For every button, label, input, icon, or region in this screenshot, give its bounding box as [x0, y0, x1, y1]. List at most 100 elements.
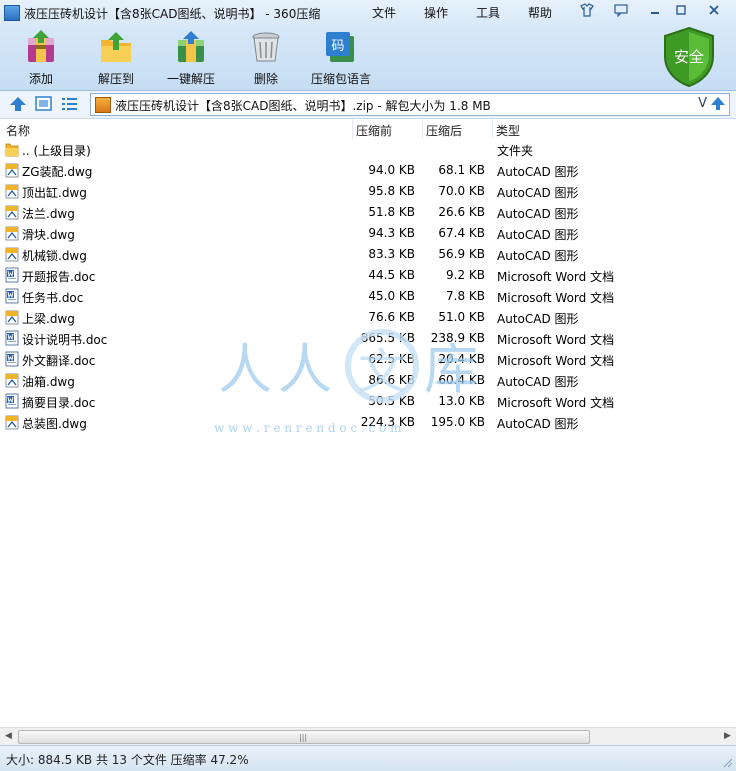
menu-tools[interactable]: 工具 — [476, 4, 500, 21]
horizontal-scrollbar[interactable]: ◀ ||| ▶ — [0, 727, 736, 745]
file-name: 滑块.dwg — [22, 228, 75, 242]
archive-language-button[interactable]: 码 压缩包语言 — [311, 30, 371, 88]
delete-icon — [252, 32, 280, 62]
file-packed-size: 195.0 KB — [430, 415, 485, 429]
column-divider[interactable] — [422, 119, 423, 139]
list-row[interactable]: 摘要目录.doc 50.5 KB 13.0 KB Microsoft Word … — [0, 391, 736, 412]
scrollbar-grip-icon: ||| — [299, 733, 308, 742]
doc-file-icon — [5, 267, 19, 283]
list-row[interactable]: 机械锁.dwg 83.3 KB 56.9 KB AutoCAD 图形 — [0, 244, 736, 265]
thumbnail-view-icon[interactable] — [35, 96, 52, 111]
folder-icon — [5, 143, 19, 157]
list-row[interactable]: 顶出缸.dwg 95.8 KB 70.0 KB AutoCAD 图形 — [0, 181, 736, 202]
file-name: 任务书.doc — [22, 291, 84, 305]
delete-label: 删除 — [253, 72, 278, 86]
column-header-packed[interactable]: 压缩后 — [426, 122, 462, 139]
file-type: AutoCAD 图形 — [497, 165, 579, 179]
file-size: 86.6 KB — [368, 373, 415, 387]
doc-file-icon — [5, 393, 19, 409]
column-divider[interactable] — [492, 119, 493, 139]
security-shield[interactable]: 安全 — [661, 26, 717, 88]
file-type: AutoCAD 图形 — [497, 207, 579, 221]
svg-text:码: 码 — [331, 39, 344, 54]
one-click-extract-icon — [178, 31, 204, 62]
file-size: 50.5 KB — [368, 394, 415, 408]
resize-grip-icon[interactable] — [723, 758, 733, 768]
address-up-icon[interactable] — [709, 95, 727, 112]
close-icon[interactable] — [700, 3, 728, 20]
file-name: 摘要目录.doc — [22, 396, 96, 410]
file-packed-size: 60.4 KB — [438, 373, 485, 387]
list-row[interactable]: ZG装配.dwg 94.0 KB 68.1 KB AutoCAD 图形 — [0, 160, 736, 181]
skin-icon[interactable] — [576, 3, 598, 20]
file-name: 顶出缸.dwg — [22, 186, 87, 200]
column-header-size[interactable]: 压缩前 — [356, 122, 392, 139]
address-dropdown-icon[interactable]: V — [698, 96, 707, 111]
dwg-file-icon — [5, 226, 19, 241]
menu-file[interactable]: 文件 — [372, 4, 396, 21]
status-text: 大小: 884.5 KB 共 13 个文件 压缩率 47.2% — [6, 753, 249, 767]
top-band: 液压压砖机设计【含8张CAD图纸、说明书】 - 360压缩 文件 操作 工具 帮… — [0, 0, 736, 91]
up-folder-icon[interactable] — [9, 96, 27, 112]
list-row[interactable]: 滑块.dwg 94.3 KB 67.4 KB AutoCAD 图形 — [0, 223, 736, 244]
dwg-file-icon — [5, 415, 19, 430]
file-list: .. (上级目录) 文件夹 ZG装配.dwg 94.0 KB 68.1 KB A… — [0, 139, 736, 433]
dwg-file-icon — [5, 205, 19, 220]
file-type: AutoCAD 图形 — [497, 249, 579, 263]
one-click-extract-button[interactable]: 一键解压 — [161, 30, 221, 88]
file-name: .. (上级目录) — [22, 144, 91, 158]
archive-icon — [95, 97, 111, 113]
add-label: 添加 — [28, 72, 53, 86]
file-type: Microsoft Word 文档 — [497, 354, 615, 368]
window-title: 液压压砖机设计【含8张CAD图纸、说明书】 - 360压缩 — [24, 7, 321, 21]
menu-help[interactable]: 帮助 — [528, 4, 552, 21]
file-size: 45.0 KB — [368, 289, 415, 303]
file-list-header: 名称 压缩前 压缩后 类型 — [0, 119, 736, 139]
file-size: 44.5 KB — [368, 268, 415, 282]
scrollbar-thumb[interactable]: ||| — [18, 730, 590, 744]
security-label: 安全 — [673, 48, 704, 66]
delete-button[interactable]: 删除 — [236, 30, 296, 88]
scroll-right-icon[interactable]: ▶ — [719, 728, 736, 745]
list-row[interactable]: 任务书.doc 45.0 KB 7.8 KB Microsoft Word 文档 — [0, 286, 736, 307]
file-size: 94.0 KB — [368, 163, 415, 177]
list-view-icon[interactable] — [61, 96, 78, 111]
file-packed-size: 7.8 KB — [446, 289, 485, 303]
list-row-parent[interactable]: .. (上级目录) 文件夹 — [0, 139, 736, 160]
file-size: 76.6 KB — [368, 310, 415, 324]
doc-file-icon — [5, 330, 19, 346]
minimize-icon[interactable] — [644, 3, 666, 20]
file-packed-size: 51.0 KB — [438, 310, 485, 324]
file-name: 外文翻译.doc — [22, 354, 96, 368]
list-row[interactable]: 外文翻译.doc 62.5 KB 20.4 KB Microsoft Word … — [0, 349, 736, 370]
file-type: AutoCAD 图形 — [497, 417, 579, 431]
column-header-name[interactable]: 名称 — [6, 122, 30, 139]
column-divider[interactable] — [352, 119, 353, 139]
dwg-file-icon — [5, 163, 19, 178]
address-bar[interactable]: 液压压砖机设计【含8张CAD图纸、说明书】.zip - 解包大小为 1.8 MB… — [90, 93, 730, 116]
dwg-file-icon — [5, 310, 19, 325]
list-row[interactable]: 开题报告.doc 44.5 KB 9.2 KB Microsoft Word 文… — [0, 265, 736, 286]
list-row[interactable]: 油箱.dwg 86.6 KB 60.4 KB AutoCAD 图形 — [0, 370, 736, 391]
file-name: ZG装配.dwg — [22, 165, 93, 179]
file-name: 上梁.dwg — [22, 312, 75, 326]
file-type: AutoCAD 图形 — [497, 375, 579, 389]
address-path: 液压压砖机设计【含8张CAD图纸、说明书】.zip - 解包大小为 1.8 MB — [115, 99, 491, 113]
feedback-icon[interactable] — [610, 3, 632, 20]
list-row[interactable]: 法兰.dwg 51.8 KB 26.6 KB AutoCAD 图形 — [0, 202, 736, 223]
list-row[interactable]: 上梁.dwg 76.6 KB 51.0 KB AutoCAD 图形 — [0, 307, 736, 328]
scroll-left-icon[interactable]: ◀ — [0, 728, 17, 745]
add-button[interactable]: 添加 — [11, 30, 71, 88]
maximize-icon[interactable] — [670, 3, 692, 20]
extract-to-button[interactable]: 解压到 — [86, 30, 146, 88]
column-header-type[interactable]: 类型 — [496, 122, 520, 139]
file-packed-size: 56.9 KB — [438, 247, 485, 261]
list-row[interactable]: 设计说明书.doc 865.5 KB 238.9 KB Microsoft Wo… — [0, 328, 736, 349]
file-size: 95.8 KB — [368, 184, 415, 198]
menu-actions[interactable]: 操作 — [424, 4, 448, 21]
dwg-file-icon — [5, 247, 19, 262]
list-row[interactable]: 总装图.dwg 224.3 KB 195.0 KB AutoCAD 图形 — [0, 412, 736, 433]
file-packed-size: 238.9 KB — [430, 331, 485, 345]
file-type: 文件夹 — [497, 144, 534, 158]
one-click-extract-label: 一键解压 — [166, 72, 215, 86]
